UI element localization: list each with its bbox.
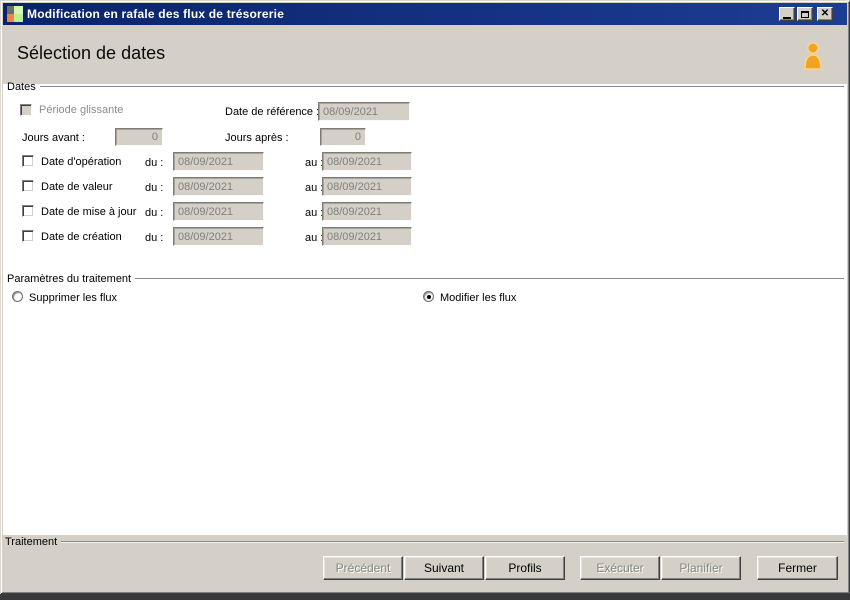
au-label: au : (305, 157, 324, 169)
traitement-group-legend: Traitement (5, 536, 58, 548)
date-operation-du-field[interactable] (173, 152, 264, 171)
window-controls: ✕ (779, 7, 833, 21)
jours-avant-label: Jours avant : (22, 132, 85, 144)
date-mise-a-jour-au-field[interactable] (322, 202, 412, 221)
header: Sélection de dates (3, 25, 847, 84)
footer-panel: Traitement Précédent Suivant Profils Exé… (3, 535, 847, 591)
date-creation-du-field[interactable] (173, 227, 264, 246)
au-label: au : (305, 182, 324, 194)
date-reference-label: Date de référence : (225, 106, 320, 118)
du-label: du : (145, 157, 164, 169)
du-label: du : (145, 207, 164, 219)
dialog-window: Modification en rafale des flux de tréso… (0, 0, 850, 594)
date-valeur-label[interactable]: Date de valeur (41, 181, 113, 193)
user-person-icon[interactable] (801, 41, 825, 71)
date-mise-a-jour-checkbox[interactable] (22, 205, 34, 217)
minimize-icon (783, 17, 791, 19)
jours-apres-label: Jours après : (225, 132, 289, 144)
du-label: du : (145, 182, 164, 194)
window-title: Modification en rafale des flux de tréso… (27, 7, 285, 21)
parametres-group-legend: Paramètres du traitement (7, 273, 132, 285)
supprimer-les-flux-radio[interactable] (12, 291, 23, 302)
periode-glissante-checkbox[interactable] (20, 104, 32, 116)
date-valeur-au-field[interactable] (322, 177, 412, 196)
app-grid-icon[interactable] (7, 6, 23, 22)
date-creation-label[interactable]: Date de création (41, 231, 122, 243)
minimize-button[interactable] (779, 7, 795, 21)
planifier-button[interactable]: Planifier (661, 556, 741, 580)
jours-avant-field[interactable] (115, 128, 163, 146)
date-creation-checkbox[interactable] (22, 230, 34, 242)
dates-group-legend: Dates (7, 81, 36, 93)
modifier-les-flux-radio[interactable] (423, 291, 434, 302)
date-mise-a-jour-label[interactable]: Date de mise à jour (41, 206, 136, 218)
date-valeur-checkbox[interactable] (22, 180, 34, 192)
maximize-button[interactable] (797, 7, 813, 21)
profils-button[interactable]: Profils (485, 556, 565, 580)
parametres-group-header: Paramètres du traitement (7, 273, 844, 285)
screen: Modification en rafale des flux de tréso… (0, 0, 850, 600)
date-mise-a-jour-du-field[interactable] (173, 202, 264, 221)
date-operation-au-field[interactable] (322, 152, 412, 171)
traitement-group-header: Traitement (5, 536, 844, 548)
parametres-group-line (135, 278, 844, 280)
periode-glissante-label[interactable]: Période glissante (39, 104, 123, 116)
date-operation-label[interactable]: Date d'opération (41, 156, 121, 168)
au-label: au : (305, 232, 324, 244)
date-valeur-du-field[interactable] (173, 177, 264, 196)
close-button[interactable]: ✕ (817, 7, 833, 21)
traitement-group-line (61, 541, 844, 543)
close-icon: ✕ (820, 8, 830, 19)
date-creation-au-field[interactable] (322, 227, 412, 246)
page-title: Sélection de dates (17, 43, 166, 63)
dates-group-header: Dates (7, 81, 844, 93)
dates-group-line (39, 86, 844, 88)
supprimer-les-flux-label[interactable]: Supprimer les flux (29, 292, 117, 304)
maximize-icon (801, 10, 809, 18)
executer-button[interactable]: Exécuter (580, 556, 660, 580)
jours-apres-field[interactable] (320, 128, 366, 146)
suivant-button[interactable]: Suivant (404, 556, 484, 580)
date-reference-field[interactable] (318, 102, 410, 121)
date-operation-checkbox[interactable] (22, 155, 34, 167)
au-label: au : (305, 207, 324, 219)
du-label: du : (145, 232, 164, 244)
modifier-les-flux-label[interactable]: Modifier les flux (440, 292, 516, 304)
content-panel: Dates Période glissante Date de référenc… (3, 81, 847, 535)
titlebar[interactable]: Modification en rafale des flux de tréso… (3, 3, 847, 25)
bottom-shadow-strip (0, 594, 850, 600)
fermer-button[interactable]: Fermer (757, 556, 838, 580)
precedent-button[interactable]: Précédent (323, 556, 403, 580)
